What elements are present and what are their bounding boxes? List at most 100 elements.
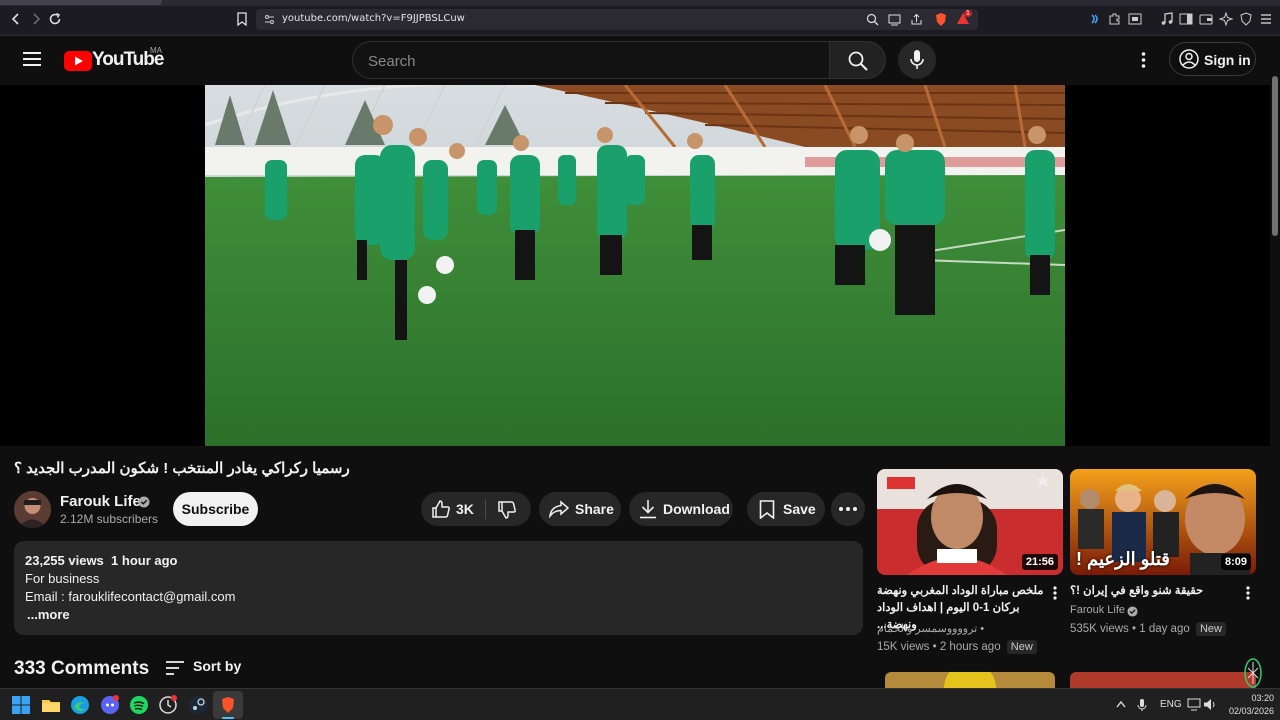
new-badge: New [1195, 622, 1226, 636]
site-settings-icon[interactable] [264, 14, 275, 25]
dislike-icon[interactable] [497, 500, 517, 520]
brave-taskbar-button[interactable] [213, 691, 243, 719]
steam-icon[interactable] [188, 695, 208, 715]
recommendation-views: 15K views [877, 641, 930, 653]
windows-start-icon[interactable] [11, 695, 31, 715]
channel-name[interactable]: Farouk Life [60, 493, 141, 510]
video-thumbnail[interactable]: 21:56 [877, 469, 1063, 575]
wallet-icon[interactable] [1198, 11, 1214, 27]
recommendation-card[interactable]: قتلو الزعيم ! 8:09 حقيقة شنو واقع في إير… [1070, 469, 1256, 669]
download-label: Download [663, 501, 730, 517]
leo-ai-icon[interactable] [1218, 11, 1234, 27]
sort-icon[interactable] [165, 660, 185, 676]
share-label: Share [575, 501, 614, 517]
browser-toolbar: youtube.com/watch?v=F9JJPBSLCuw 1 [0, 0, 1280, 36]
spotify-icon[interactable] [129, 695, 149, 715]
brave-shields-icon[interactable] [934, 12, 948, 27]
scrollbar-thumb[interactable] [1272, 76, 1278, 236]
recommendation-card[interactable]: 21:56 ملخص مباراة الوداد المغربي ونهضة ب… [877, 469, 1063, 669]
share-page-icon[interactable] [910, 13, 923, 26]
clock[interactable]: 03:20 02/03/2026 [1222, 693, 1274, 716]
clock-date: 02/03/2026 [1228, 706, 1274, 716]
volume-icon[interactable] [1203, 698, 1217, 711]
discord-icon[interactable] [100, 695, 120, 715]
back-icon[interactable] [8, 11, 24, 27]
recommendation-menu-icon[interactable] [1246, 586, 1250, 600]
zoom-icon[interactable] [866, 13, 879, 26]
search-button[interactable] [829, 41, 886, 79]
recommendation-age: 2 hours ago [939, 641, 1001, 653]
edge-icon[interactable] [70, 695, 90, 715]
brave-browser-icon [220, 696, 236, 714]
like-icon[interactable] [431, 499, 451, 519]
youtube-logo[interactable] [64, 51, 92, 71]
show-hidden-icons[interactable] [1116, 700, 1126, 708]
like-divider [485, 499, 486, 519]
recommendation-channel[interactable]: ترووووسمسر والحمام • [877, 622, 984, 635]
bookmark-icon[interactable] [234, 11, 250, 27]
share-icon [549, 500, 569, 518]
url-text: youtube.com/watch?v=F9JJPBSLCuw [282, 13, 465, 24]
download-icon [639, 499, 657, 519]
clock-time: 03:20 [1251, 693, 1274, 703]
active-tab[interactable] [0, 0, 162, 5]
like-count[interactable]: 3K [456, 501, 474, 517]
forward-icon[interactable] [28, 11, 44, 27]
page-scrollbar[interactable] [1270, 36, 1280, 688]
download-button[interactable]: Download [629, 492, 733, 526]
subscribe-button[interactable]: Subscribe [173, 492, 258, 526]
vpn-shield-icon[interactable] [1238, 11, 1254, 27]
voice-search-button[interactable] [898, 41, 936, 79]
description-box[interactable]: 23,255 views 1 hour ago For business Ema… [14, 541, 863, 635]
sign-in-button[interactable]: Sign in [1169, 42, 1256, 76]
thumbnail-caption: قتلو الزعيم ! [1076, 549, 1170, 569]
recommendation-title[interactable]: حقيقة شنو واقع في إيران !؟ [1070, 583, 1238, 600]
microphone-tray-icon[interactable] [1137, 698, 1147, 712]
show-more-link[interactable]: ...more [27, 607, 70, 622]
browser-menu-icon[interactable] [1258, 11, 1274, 27]
language-indicator[interactable]: ENG [1160, 699, 1182, 710]
reader-view-icon[interactable] [888, 13, 901, 26]
translate-icon[interactable] [1087, 11, 1103, 27]
video-player[interactable] [205, 85, 1065, 446]
comment-count: 333 Comments [14, 658, 150, 679]
video-title: رسميا ركراكي يغادر المنتخب ! شكون المدرب… [14, 460, 350, 477]
media-icon[interactable] [1159, 11, 1175, 27]
brave-rewards-icon[interactable]: 1 [956, 10, 972, 26]
menu-icon[interactable] [23, 51, 41, 67]
video-duration: 8:09 [1220, 554, 1251, 570]
save-button[interactable]: Save [747, 492, 825, 526]
video-thumbnail[interactable] [885, 672, 1055, 688]
verified-icon [138, 496, 150, 508]
video-thumbnail[interactable]: قتلو الزعيم ! 8:09 [1070, 469, 1256, 575]
share-button[interactable]: Share [539, 492, 621, 526]
recommendation-channel[interactable]: Farouk Life [1070, 604, 1125, 616]
address-bar[interactable]: youtube.com/watch?v=F9JJPBSLCuw 1 [256, 9, 978, 30]
extensions-icon[interactable] [1107, 11, 1123, 27]
more-horizontal-icon [839, 507, 857, 511]
tab-strip [0, 0, 1280, 6]
search-input[interactable]: Search [352, 41, 830, 79]
region-code: MA [150, 46, 162, 55]
upload-time: 1 hour ago [111, 553, 178, 568]
subscriber-count: 2.12M subscribers [60, 512, 159, 526]
more-options-icon[interactable] [1141, 52, 1146, 68]
recommendation-views: 535K views [1070, 623, 1129, 635]
app-clock-icon[interactable] [158, 695, 178, 715]
reload-icon[interactable] [47, 11, 63, 27]
more-actions-button[interactable] [831, 492, 865, 526]
recommendation-menu-icon[interactable] [1053, 586, 1057, 600]
screenshot-icon[interactable] [1127, 11, 1143, 27]
file-explorer-icon[interactable] [41, 695, 61, 715]
floating-widget-icon[interactable] [1244, 658, 1262, 688]
sidebar-icon[interactable] [1178, 11, 1194, 27]
search-icon [848, 51, 868, 71]
view-count: 23,255 views [25, 553, 104, 568]
network-icon[interactable] [1187, 698, 1201, 711]
channel-avatar[interactable] [14, 491, 51, 528]
video-thumbnail[interactable] [1070, 672, 1256, 688]
description-line-2: Email : farouklifecontact@gmail.com [25, 589, 236, 604]
youtube-header: YouTube MA Search Sign in [0, 36, 1280, 85]
sort-by-button[interactable]: Sort by [193, 658, 241, 674]
verified-icon [1127, 606, 1138, 617]
